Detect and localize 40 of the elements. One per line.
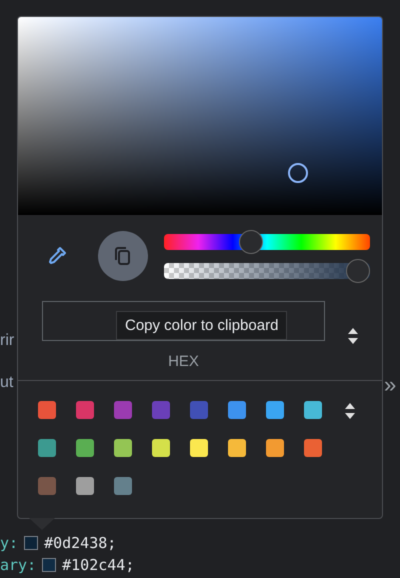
- css-value: #102c44;: [62, 556, 134, 574]
- color-swatch[interactable]: [38, 401, 56, 419]
- copy-icon: [113, 245, 133, 267]
- color-handle[interactable]: [288, 163, 308, 183]
- slider-thumb[interactable]: [238, 230, 263, 254]
- stepper-icon[interactable]: [347, 326, 359, 346]
- color-swatch[interactable]: [114, 477, 132, 495]
- color-swatch[interactable]: [38, 477, 56, 495]
- color-swatch[interactable]: [152, 401, 170, 419]
- css-property: y:: [0, 534, 18, 552]
- color-swatch[interactable]: [114, 401, 132, 419]
- saturation-area[interactable]: [18, 17, 382, 215]
- color-swatch[interactable]: [304, 439, 322, 457]
- color-swatch[interactable]: [24, 536, 38, 550]
- hex-input-field[interactable]: [42, 301, 325, 341]
- color-swatch[interactable]: [114, 439, 132, 457]
- overflow-button[interactable]: »: [384, 372, 396, 398]
- color-swatch[interactable]: [266, 401, 284, 419]
- copy-button[interactable]: [98, 231, 148, 281]
- truncated-text: rir: [0, 332, 14, 350]
- color-swatch[interactable]: [304, 401, 322, 419]
- eyedropper-icon[interactable]: [46, 245, 68, 267]
- truncated-text: ut: [0, 374, 14, 392]
- color-swatch[interactable]: [76, 401, 94, 419]
- css-value: #0d2438;: [44, 534, 116, 552]
- color-swatch[interactable]: [76, 439, 94, 457]
- color-swatch[interactable]: [42, 558, 56, 572]
- color-swatch[interactable]: [228, 439, 246, 457]
- color-swatch[interactable]: [38, 439, 56, 457]
- color-swatch[interactable]: [190, 401, 208, 419]
- css-property: ary:: [0, 556, 36, 574]
- color-swatch[interactable]: [152, 439, 170, 457]
- color-swatch[interactable]: [266, 439, 284, 457]
- color-swatch[interactable]: [190, 439, 208, 457]
- color-swatch[interactable]: [76, 477, 94, 495]
- format-label: HEX: [168, 353, 199, 370]
- color-swatch[interactable]: [228, 401, 246, 419]
- slider-thumb[interactable]: [346, 258, 370, 282]
- stepper-icon[interactable]: [344, 401, 356, 421]
- tooltip: Copy color to clipboard: [116, 311, 288, 340]
